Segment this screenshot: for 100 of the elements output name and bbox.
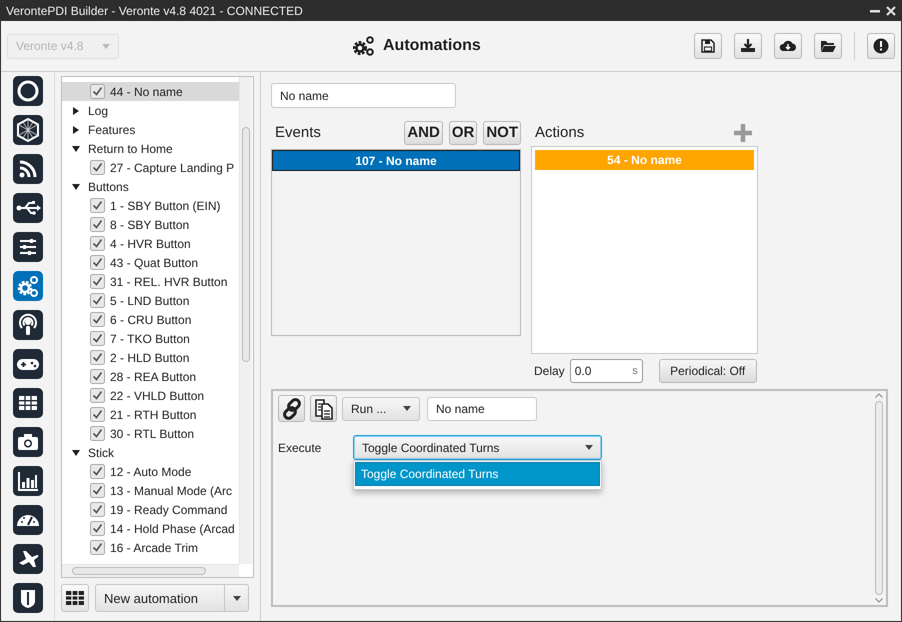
execute-select[interactable]: Toggle Coordinated Turns <box>353 435 602 460</box>
tree-item[interactable]: Return to Home <box>62 139 239 158</box>
checkbox <box>90 350 105 365</box>
caret-icon <box>585 445 593 450</box>
tree-item[interactable]: 22 - VHLD Button <box>62 386 239 405</box>
podcast-button[interactable] <box>12 310 42 340</box>
sliders-button[interactable] <box>12 232 42 262</box>
tree-item[interactable]: 1 - SBY Button (EIN) <box>62 196 239 215</box>
save-icon <box>699 37 717 55</box>
execute-label: Execute <box>278 440 322 455</box>
download-icon <box>739 37 757 55</box>
checkbox <box>90 217 105 232</box>
grid-icon <box>66 591 84 605</box>
tree-item[interactable]: 13 - Manual Mode (Arc <box>62 481 239 500</box>
name-field[interactable]: No name <box>271 83 456 108</box>
checkbox <box>90 388 105 403</box>
checkbox <box>90 274 105 289</box>
page-title: Automations <box>383 37 481 55</box>
checkbox <box>90 540 105 555</box>
gamepad-button[interactable] <box>12 349 42 379</box>
checkbox <box>90 255 105 270</box>
usb-button[interactable] <box>12 193 42 223</box>
tree-item[interactable]: Buttons <box>62 177 239 196</box>
tree-item[interactable]: Stick <box>62 443 239 462</box>
camera-button[interactable] <box>12 427 42 457</box>
copy-icon <box>312 398 334 420</box>
new-automation-select[interactable]: New automation <box>95 584 249 612</box>
scrollbar[interactable] <box>62 564 239 577</box>
unit-label: s <box>632 365 638 377</box>
tree-item[interactable]: Log <box>62 101 239 120</box>
periodical-button[interactable]: Periodical: Off <box>658 359 757 383</box>
hexagon-mesh-button[interactable] <box>12 115 42 145</box>
tree-item[interactable]: 2 - HLD Button <box>62 348 239 367</box>
caret-icon <box>403 406 411 411</box>
checkbox <box>90 369 105 384</box>
event-item[interactable]: 107 - No name <box>272 150 520 171</box>
caret-icon <box>102 44 110 48</box>
info-icon <box>872 37 890 55</box>
checkbox <box>90 426 105 441</box>
rss-button[interactable] <box>12 154 42 184</box>
airplane-button[interactable] <box>12 544 42 574</box>
expand-arrow-icon <box>72 106 80 114</box>
tree-item[interactable]: 6 - CRU Button <box>62 310 239 329</box>
gauge-button[interactable] <box>12 505 42 535</box>
scroll-up-icon <box>875 393 883 398</box>
tree-item[interactable]: 7 - TKO Button <box>62 329 239 348</box>
tree-item[interactable]: 27 - Capture Landing P <box>62 158 239 177</box>
tree-item[interactable]: 31 - REL. HVR Button <box>62 272 239 291</box>
tree-item[interactable]: 44 - No name <box>62 82 239 101</box>
tree-item[interactable]: 28 - REA Button <box>62 367 239 386</box>
operator-button[interactable]: AND <box>404 120 443 144</box>
checkbox <box>90 84 105 99</box>
tree-item[interactable]: 43 - Quat Button <box>62 253 239 272</box>
action-name-field[interactable]: No name <box>427 396 537 420</box>
shield-button[interactable] <box>12 583 42 613</box>
add-button[interactable] <box>734 124 752 142</box>
folder-button[interactable] <box>814 33 842 59</box>
checkbox <box>90 407 105 422</box>
download-button[interactable] <box>734 33 762 59</box>
scrollbar[interactable] <box>239 77 252 564</box>
grid-button[interactable] <box>61 584 89 612</box>
scroll-down-icon <box>875 598 883 603</box>
tree-item[interactable]: 8 - SBY Button <box>62 215 239 234</box>
tree-item[interactable]: 30 - RTL Button <box>62 424 239 443</box>
scrollbar[interactable] <box>873 393 885 603</box>
grid-button[interactable] <box>12 388 42 418</box>
checkbox <box>90 236 105 251</box>
checkbox <box>90 331 105 346</box>
tree-item[interactable]: 12 - Auto Mode <box>62 462 239 481</box>
plus-icon <box>734 124 752 142</box>
caret-icon <box>232 596 240 600</box>
checkbox <box>90 312 105 327</box>
expand-arrow-icon <box>72 126 80 134</box>
delay-label: Delay <box>534 364 565 378</box>
tree-item[interactable]: 21 - RTH Button <box>62 405 239 424</box>
operator-button[interactable]: NOT <box>483 120 521 144</box>
cloud-download-button[interactable] <box>774 33 802 59</box>
link-button[interactable] <box>278 395 305 422</box>
delay-field[interactable]: 0.0 s <box>570 359 643 383</box>
tree-item[interactable]: 19 - Ready Command <box>62 500 239 519</box>
operator-button[interactable]: OR <box>448 120 478 144</box>
gears-icon <box>351 35 375 57</box>
checkbox <box>90 198 105 213</box>
tree-item[interactable]: 4 - HVR Button <box>62 234 239 253</box>
collapse-arrow-icon <box>72 182 80 190</box>
ring-button[interactable] <box>12 76 42 106</box>
tree-item[interactable]: 14 - Hold Phase (Arcad <box>62 519 239 538</box>
gears-button[interactable] <box>12 271 42 301</box>
checkbox <box>90 502 105 517</box>
checkbox <box>90 160 105 175</box>
tree-item[interactable]: 5 - LND Button <box>62 291 239 310</box>
tree-item[interactable]: Features <box>62 120 239 139</box>
info-button[interactable] <box>867 33 895 59</box>
link-icon <box>280 398 302 420</box>
window-title: VerontePDI Builder - Veronte v4.8 4021 - CONNECTED <box>6 4 303 18</box>
tree-item[interactable]: 16 - Arcade Trim <box>62 538 239 557</box>
bar-chart-button[interactable] <box>12 466 42 496</box>
copy-button[interactable] <box>310 395 337 422</box>
run-select[interactable]: Run ... <box>342 396 420 420</box>
save-button[interactable] <box>694 33 722 59</box>
